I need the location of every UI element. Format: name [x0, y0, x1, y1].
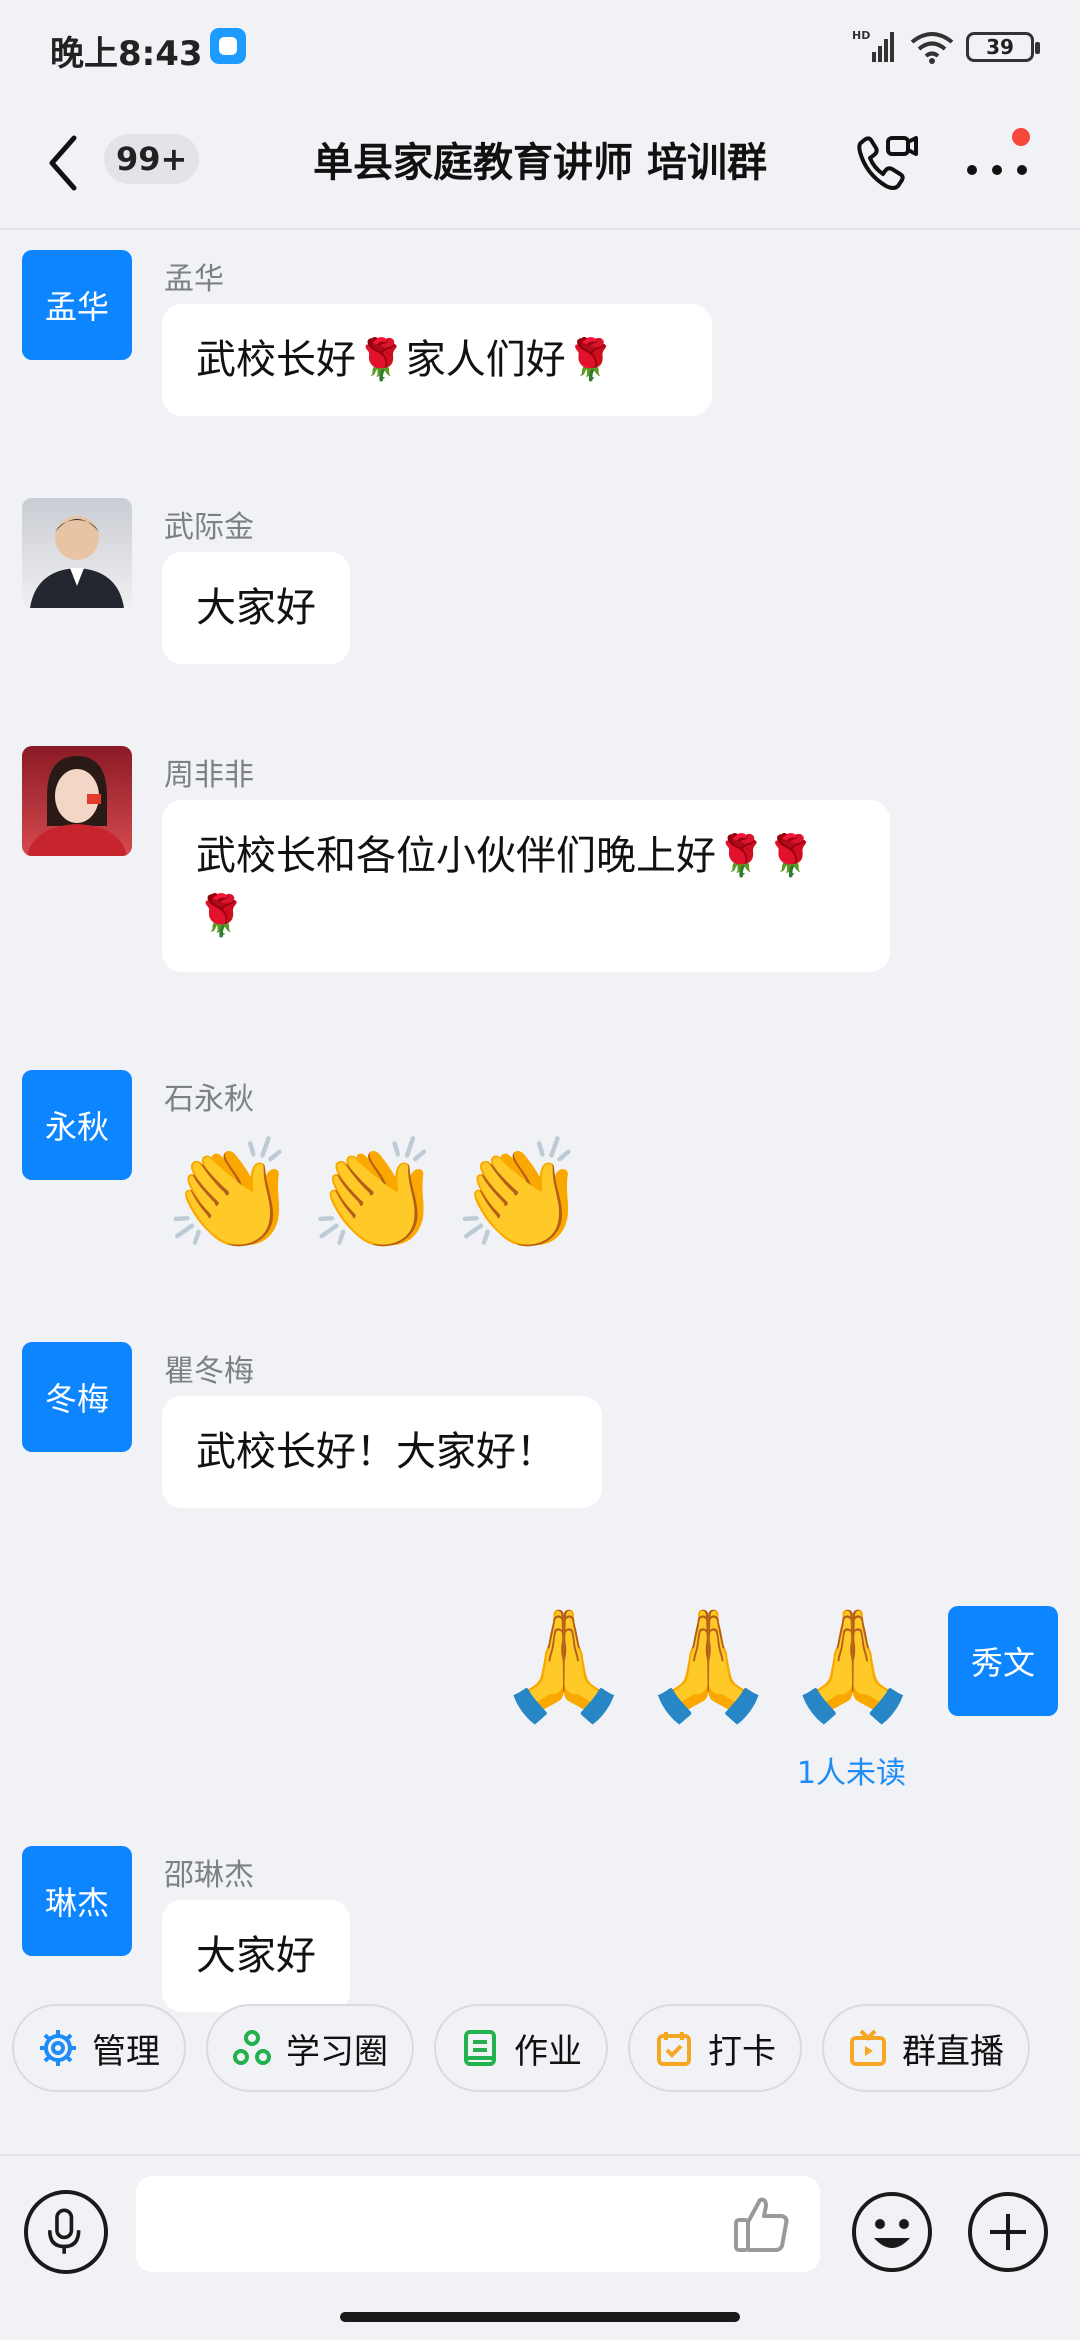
sender-name: 瞿冬梅	[164, 1354, 254, 1389]
tool-label: 打卡	[708, 2031, 776, 2072]
gear-icon	[40, 2030, 76, 2066]
sender-name: 石永秋	[164, 1082, 254, 1117]
plus-icon[interactable]	[966, 2190, 1050, 2274]
back-button[interactable]	[40, 130, 90, 196]
avatar[interactable]: 冬梅	[22, 1342, 132, 1452]
tool-label: 群直播	[902, 2031, 1004, 2072]
message-bubble[interactable]: 大家好	[162, 1900, 350, 2012]
tool-group-live-button[interactable]: 群直播	[822, 2004, 1030, 2092]
phone-video-call-icon[interactable]	[852, 130, 922, 196]
quick-tools-bar: 管理 学习圈 作业 打卡 群直播	[12, 2004, 1072, 2094]
status-bar: 晚上8:43 HD 39	[0, 0, 1080, 96]
calendar-check-icon	[657, 2032, 691, 2066]
avatar[interactable]	[22, 498, 132, 608]
sender-name: 周非非	[164, 758, 254, 793]
tool-study-circle-button[interactable]: 学习圈	[206, 2004, 414, 2092]
app-notification-icon	[210, 28, 246, 64]
message-item: 永秋 石永秋 👏 👏 👏	[0, 1070, 1080, 1290]
person-photo-icon	[27, 756, 127, 856]
unread-count-badge[interactable]: 99+	[104, 134, 200, 184]
clapping-hands-emoji: 👏	[164, 1133, 299, 1258]
avatar[interactable]: 秀文	[948, 1606, 1058, 1716]
status-time: 晚上8:43	[50, 34, 203, 74]
chat-header: 99+ 单县家庭教育讲师 培训群	[0, 96, 1080, 230]
message-bubble[interactable]: 武校长好！大家好！	[162, 1396, 602, 1508]
message-item-self: 秀文 🙏 🙏 🙏 1人未读	[0, 1606, 1080, 1806]
notification-dot	[1012, 128, 1030, 146]
hd-label: HD	[852, 29, 870, 42]
tool-label: 管理	[92, 2031, 160, 2072]
clapping-hands-emoji: 👏	[308, 1133, 443, 1258]
folded-hands-emoji: 🙏	[785, 1603, 920, 1728]
message-input[interactable]	[136, 2176, 820, 2272]
cellular-signal-icon: HD	[852, 29, 894, 62]
avatar[interactable]: 孟华	[22, 250, 132, 360]
tool-checkin-button[interactable]: 打卡	[628, 2004, 802, 2092]
notebook-icon	[464, 2030, 496, 2066]
wifi-icon	[910, 32, 954, 64]
battery-icon: 39	[966, 32, 1040, 62]
read-status[interactable]: 1人未读	[797, 1748, 906, 1792]
sender-name: 邵琳杰	[164, 1858, 254, 1893]
clapping-hands-emoji: 👏	[452, 1133, 588, 1258]
message-item: 孟华 孟华 武校长好🌹家人们好🌹	[0, 250, 1080, 450]
tool-label: 作业	[514, 2031, 582, 2072]
message-bubble[interactable]: 武校长好🌹家人们好🌹	[162, 304, 712, 416]
message-item: 冬梅 瞿冬梅 武校长好！大家好！	[0, 1342, 1080, 1542]
message-bubble[interactable]: 大家好	[162, 552, 350, 664]
emoji-message[interactable]: 🙏 🙏 🙏	[497, 1606, 920, 1726]
folded-hands-emoji: 🙏	[496, 1603, 632, 1728]
message-item: 武际金 大家好	[0, 498, 1080, 698]
circle-group-icon	[233, 2030, 271, 2065]
emoji-picker-icon[interactable]	[850, 2190, 934, 2274]
tool-manage-button[interactable]: 管理	[12, 2004, 186, 2092]
sender-name: 孟华	[164, 262, 224, 297]
thumbs-up-icon[interactable]	[730, 2192, 794, 2256]
tool-label: 学习圈	[286, 2031, 388, 2072]
sender-name: 武际金	[164, 510, 254, 545]
folded-hands-emoji: 🙏	[641, 1603, 776, 1728]
avatar[interactable]: 琳杰	[22, 1846, 132, 1956]
battery-level: 39	[986, 35, 1014, 59]
person-photo-icon	[30, 516, 124, 608]
tv-play-icon	[850, 2029, 886, 2066]
tool-homework-button[interactable]: 作业	[434, 2004, 608, 2092]
voice-input-button[interactable]	[24, 2190, 108, 2274]
message-item: 周非非 武校长和各位小伙伴们晚上好🌹🌹🌹	[0, 746, 1080, 1006]
chat-title: 单县家庭教育讲师 培训群	[313, 140, 767, 186]
avatar[interactable]	[22, 746, 132, 856]
emoji-message[interactable]: 👏 👏 👏	[164, 1136, 587, 1256]
message-bubble[interactable]: 武校长和各位小伙伴们晚上好🌹🌹🌹	[162, 800, 890, 972]
home-indicator	[340, 2312, 740, 2322]
avatar[interactable]: 永秋	[22, 1070, 132, 1180]
